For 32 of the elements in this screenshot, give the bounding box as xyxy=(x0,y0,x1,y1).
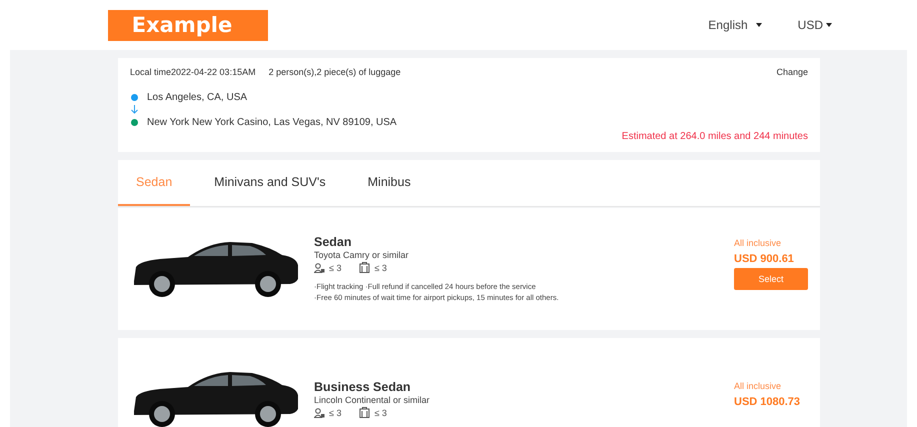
price-value: USD 1080.73 xyxy=(734,396,802,408)
down-arrow-icon xyxy=(131,105,138,114)
caret-icon xyxy=(756,23,762,27)
passenger-capacity: ≤ 3 xyxy=(329,408,342,418)
passenger-capacity: ≤ 3 xyxy=(329,262,342,272)
destination-address: New York New York Casino, Las Vegas, NV 89109, USA xyxy=(147,117,397,128)
luggage-capacity: ≤ 3 xyxy=(374,262,387,272)
language-dropdown[interactable]: English xyxy=(708,18,762,32)
party-info: 2 person(s),2 piece(s) of luggage xyxy=(268,67,401,77)
origin-address: Los Angeles, CA, USA xyxy=(147,92,248,103)
vehicle-model: Toyota Camry or similar xyxy=(314,250,410,260)
destination-dot-icon xyxy=(131,119,138,126)
vehicle-name: Sedan xyxy=(314,235,353,249)
luggage-icon xyxy=(359,262,370,273)
passenger-icon xyxy=(314,262,325,272)
local-time: Local time2022-04-22 03:15AM xyxy=(130,67,256,77)
vehicle-tab[interactable]: Minibus xyxy=(350,160,429,206)
caret-icon xyxy=(826,23,832,27)
origin-dot-icon xyxy=(131,94,138,101)
price-note: All inclusive xyxy=(734,238,782,248)
logo: Example xyxy=(108,10,268,40)
luggage-capacity: ≤ 3 xyxy=(374,408,387,418)
currency-dropdown[interactable]: USD xyxy=(798,18,832,32)
luggage-icon xyxy=(359,407,370,418)
vehicle-model: Lincoln Continental or similar xyxy=(314,395,431,405)
passenger-icon xyxy=(314,408,325,418)
price-note: All inclusive xyxy=(734,380,782,390)
vehicle-name: Business Sedan xyxy=(314,380,412,394)
estimate-text: Estimated at 264.0 miles and 244 minutes xyxy=(622,131,808,142)
change-link[interactable]: Change xyxy=(776,67,808,77)
price-value: USD 900.61 xyxy=(734,253,795,265)
vehicle-tab[interactable]: Minivans and SUV's xyxy=(196,160,344,206)
